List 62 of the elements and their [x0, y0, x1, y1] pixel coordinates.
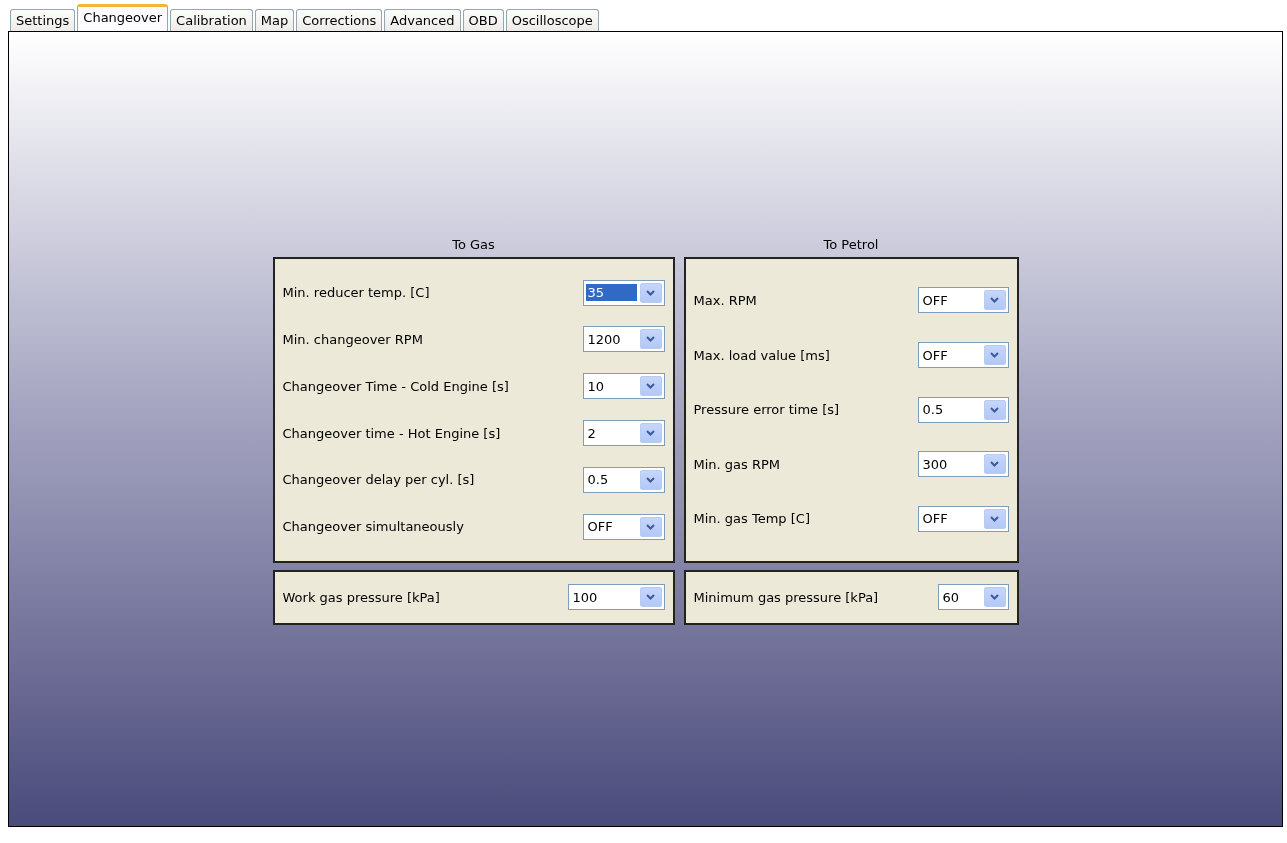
field-label: Min. gas RPM: [693, 456, 781, 472]
chevron-down-icon: [990, 461, 999, 468]
field-label: Min. changeover RPM: [282, 331, 423, 347]
tab[interactable]: Calibration: [170, 9, 253, 31]
field-label: Minimum gas pressure [kPa]: [693, 589, 879, 605]
dropdown-arrow-button[interactable]: [983, 508, 1006, 529]
tab[interactable]: Changeover: [77, 4, 169, 31]
dropdown-arrow-button[interactable]: [983, 290, 1006, 311]
field-label: Pressure error time [s]: [693, 402, 840, 418]
dropdown[interactable]: 1200: [582, 326, 665, 353]
dropdown[interactable]: OFF: [917, 505, 1009, 532]
dropdown-arrow-button[interactable]: [983, 454, 1006, 475]
tab[interactable]: Advanced: [384, 9, 461, 31]
field-label: Max. load value [ms]: [693, 347, 830, 363]
dropdown-arrow-button[interactable]: [639, 282, 662, 303]
dropdown[interactable]: 0.5: [917, 396, 1009, 423]
group-title: To Gas: [451, 236, 496, 254]
field-label: Changeover time - Hot Engine [s]: [282, 425, 501, 441]
dropdown-arrow-button[interactable]: [983, 399, 1006, 420]
dropdown[interactable]: OFF: [917, 342, 1009, 368]
tab[interactable]: OBD: [462, 9, 504, 31]
dropdown[interactable]: 100: [567, 584, 665, 611]
dropdown-arrow-button[interactable]: [639, 423, 662, 443]
tab[interactable]: Corrections: [296, 9, 383, 31]
tab[interactable]: Settings: [10, 9, 76, 31]
chevron-down-icon: [990, 297, 999, 304]
field-label: Min. reducer temp. [C]: [282, 285, 430, 301]
chevron-down-icon: [646, 383, 655, 390]
dropdown-arrow-button[interactable]: [639, 469, 662, 490]
dropdown-arrow-button[interactable]: [639, 587, 662, 608]
dropdown-arrow-button[interactable]: [983, 587, 1006, 608]
group-title: To Petrol: [822, 236, 880, 254]
chevron-down-icon: [990, 515, 999, 522]
chevron-down-icon: [646, 523, 655, 530]
dropdown[interactable]: OFF: [582, 513, 665, 540]
dropdown-arrow-button[interactable]: [639, 329, 662, 350]
field-label: Min. gas Temp [C]: [693, 511, 810, 527]
dropdown[interactable]: 300: [917, 451, 1009, 478]
chevron-down-icon: [646, 476, 655, 483]
field-label: Changeover simultaneously: [282, 519, 464, 535]
chevron-down-icon: [646, 594, 655, 601]
dropdown[interactable]: 2: [582, 420, 665, 446]
dropdown[interactable]: 10: [582, 373, 665, 400]
field-label: Changeover Time - Cold Engine [s]: [282, 378, 509, 394]
chevron-down-icon: [990, 406, 999, 413]
chevron-down-icon: [990, 352, 999, 358]
dropdown[interactable]: OFF: [917, 287, 1009, 314]
tab[interactable]: Map: [254, 9, 295, 31]
dropdown-arrow-button[interactable]: [983, 345, 1006, 365]
tab[interactable]: Oscilloscope: [505, 9, 599, 31]
dropdown-arrow-button[interactable]: [639, 376, 662, 397]
field-label: Changeover delay per cyl. [s]: [282, 472, 475, 488]
chevron-down-icon: [646, 289, 655, 296]
chevron-down-icon: [646, 430, 655, 436]
dropdown-arrow-button[interactable]: [639, 516, 662, 537]
chevron-down-icon: [646, 336, 655, 343]
dropdown[interactable]: 60: [937, 584, 1009, 611]
field-label: Work gas pressure [kPa]: [282, 589, 440, 605]
dropdown[interactable]: 0.5: [582, 466, 665, 493]
field-label: Max. RPM: [693, 292, 757, 308]
dropdown[interactable]: 35: [582, 279, 665, 306]
chevron-down-icon: [990, 594, 999, 601]
